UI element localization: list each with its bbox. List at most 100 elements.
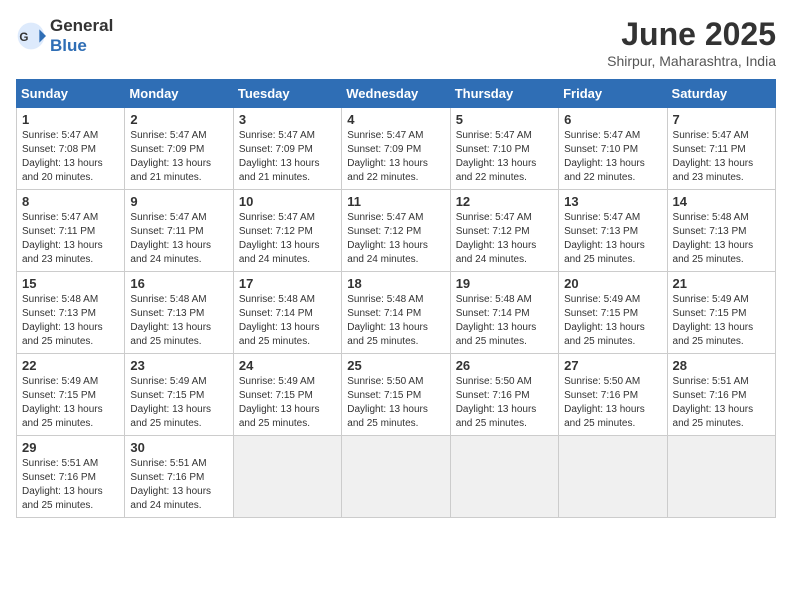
weekday-header-thursday: Thursday [450,80,558,108]
calendar-cell: 22 Sunrise: 5:49 AM Sunset: 7:15 PM Dayli… [17,354,125,436]
calendar-cell: 6Sunrise: 5:47 AM Sunset: 7:10 PM Daylig… [559,108,667,190]
calendar-cell: 3 Sunrise: 5:47 AM Sunset: 7:09 PM Daylig… [233,108,341,190]
calendar-cell: 30 Sunrise: 5:51 AM Sunset: 7:16 PM Dayli… [125,436,233,518]
calendar-cell: 28 Sunrise: 5:51 AM Sunset: 7:16 PM Dayli… [667,354,775,436]
calendar-cell: 25Sunrise: 5:50 AM Sunset: 7:15 PM Dayli… [342,354,450,436]
calendar-cell: 1Sunrise: 5:47 AM Sunset: 7:08 PM Daylig… [17,108,125,190]
day-number: 28 [673,358,770,373]
logo-blue: Blue [50,36,87,55]
day-number: 26 [456,358,553,373]
day-number: 12 [456,194,553,209]
day-number: 5 [456,112,553,127]
day-detail: Sunrise: 5:47 AM Sunset: 7:09 PM Dayligh… [130,129,227,185]
day-detail: Sunrise: 5:48 AM Sunset: 7:13 PM Dayligh… [673,211,770,267]
calendar-cell: 17 Sunrise: 5:48 AM Sunset: 7:14 PM Dayli… [233,272,341,354]
day-number: 22 [22,358,119,373]
calendar-cell: 5 Sunrise: 5:47 AM Sunset: 7:10 PM Daylig… [450,108,558,190]
day-number: 8 [22,194,119,209]
day-detail: Sunrise: 5:47 AM Sunset: 7:13 PM Dayligh… [564,211,661,267]
calendar-cell: 15 Sunrise: 5:48 AM Sunset: 7:13 PM Dayli… [17,272,125,354]
day-number: 29 [22,440,119,455]
calendar-cell [667,436,775,518]
day-detail: Sunrise: 5:49 AM Sunset: 7:15 PM Dayligh… [22,375,119,431]
day-detail: Sunrise: 5:48 AM Sunset: 7:14 PM Dayligh… [347,293,444,349]
calendar-body: 1Sunrise: 5:47 AM Sunset: 7:08 PM Daylig… [17,108,776,518]
day-detail: Sunrise: 5:51 AM Sunset: 7:16 PM Dayligh… [130,457,227,513]
calendar-cell [450,436,558,518]
day-detail: Sunrise: 5:47 AM Sunset: 7:09 PM Dayligh… [347,129,444,185]
calendar-cell: 23 Sunrise: 5:49 AM Sunset: 7:15 PM Dayli… [125,354,233,436]
day-number: 6 [564,112,661,127]
day-number: 14 [673,194,770,209]
calendar-week-2: 8 Sunrise: 5:47 AM Sunset: 7:11 PM Daylig… [17,190,776,272]
day-detail: Sunrise: 5:47 AM Sunset: 7:10 PM Dayligh… [456,129,553,185]
calendar-week-1: 1Sunrise: 5:47 AM Sunset: 7:08 PM Daylig… [17,108,776,190]
day-detail: Sunrise: 5:49 AM Sunset: 7:15 PM Dayligh… [239,375,336,431]
calendar-cell: 27 Sunrise: 5:50 AM Sunset: 7:16 PM Dayli… [559,354,667,436]
location: Shirpur, Maharashtra, India [607,53,776,69]
calendar-cell: 20 Sunrise: 5:49 AM Sunset: 7:15 PM Dayli… [559,272,667,354]
day-detail: Sunrise: 5:49 AM Sunset: 7:15 PM Dayligh… [130,375,227,431]
day-detail: Sunrise: 5:51 AM Sunset: 7:16 PM Dayligh… [673,375,770,431]
day-detail: Sunrise: 5:47 AM Sunset: 7:12 PM Dayligh… [456,211,553,267]
day-number: 27 [564,358,661,373]
day-number: 17 [239,276,336,291]
day-number: 30 [130,440,227,455]
day-detail: Sunrise: 5:48 AM Sunset: 7:14 PM Dayligh… [456,293,553,349]
day-number: 9 [130,194,227,209]
calendar-cell: 13 Sunrise: 5:47 AM Sunset: 7:13 PM Dayli… [559,190,667,272]
day-detail: Sunrise: 5:49 AM Sunset: 7:15 PM Dayligh… [673,293,770,349]
day-number: 23 [130,358,227,373]
calendar-cell: 4 Sunrise: 5:47 AM Sunset: 7:09 PM Daylig… [342,108,450,190]
day-number: 3 [239,112,336,127]
logo: G General Blue [16,16,113,56]
calendar-week-3: 15 Sunrise: 5:48 AM Sunset: 7:13 PM Dayli… [17,272,776,354]
calendar-table: SundayMondayTuesdayWednesdayThursdayFrid… [16,79,776,518]
day-number: 18 [347,276,444,291]
day-number: 13 [564,194,661,209]
day-detail: Sunrise: 5:49 AM Sunset: 7:15 PM Dayligh… [564,293,661,349]
day-number: 20 [564,276,661,291]
day-number: 19 [456,276,553,291]
weekday-header-sunday: Sunday [17,80,125,108]
day-detail: Sunrise: 5:50 AM Sunset: 7:16 PM Dayligh… [564,375,661,431]
day-number: 10 [239,194,336,209]
day-detail: Sunrise: 5:47 AM Sunset: 7:11 PM Dayligh… [22,211,119,267]
day-number: 1 [22,112,119,127]
calendar-week-5: 29 Sunrise: 5:51 AM Sunset: 7:16 PM Dayli… [17,436,776,518]
weekday-header-row: SundayMondayTuesdayWednesdayThursdayFrid… [17,80,776,108]
calendar-cell: 8 Sunrise: 5:47 AM Sunset: 7:11 PM Daylig… [17,190,125,272]
day-detail: Sunrise: 5:47 AM Sunset: 7:12 PM Dayligh… [347,211,444,267]
weekday-header-wednesday: Wednesday [342,80,450,108]
day-number: 16 [130,276,227,291]
day-number: 11 [347,194,444,209]
month-year: June 2025 [607,16,776,53]
calendar-cell: 26Sunrise: 5:50 AM Sunset: 7:16 PM Dayli… [450,354,558,436]
calendar-cell: 9 Sunrise: 5:47 AM Sunset: 7:11 PM Daylig… [125,190,233,272]
calendar-cell [342,436,450,518]
header: G General Blue June 2025 Shirpur, Mahara… [16,16,776,69]
day-number: 25 [347,358,444,373]
weekday-header-saturday: Saturday [667,80,775,108]
day-number: 21 [673,276,770,291]
day-number: 7 [673,112,770,127]
calendar-cell: 18 Sunrise: 5:48 AM Sunset: 7:14 PM Dayli… [342,272,450,354]
day-number: 15 [22,276,119,291]
day-detail: Sunrise: 5:48 AM Sunset: 7:14 PM Dayligh… [239,293,336,349]
day-detail: Sunrise: 5:47 AM Sunset: 7:09 PM Dayligh… [239,129,336,185]
day-detail: Sunrise: 5:48 AM Sunset: 7:13 PM Dayligh… [22,293,119,349]
calendar-cell: 16 Sunrise: 5:48 AM Sunset: 7:13 PM Dayli… [125,272,233,354]
calendar-cell: 7 Sunrise: 5:47 AM Sunset: 7:11 PM Daylig… [667,108,775,190]
calendar-cell: 21 Sunrise: 5:49 AM Sunset: 7:15 PM Dayli… [667,272,775,354]
day-detail: Sunrise: 5:47 AM Sunset: 7:11 PM Dayligh… [130,211,227,267]
day-detail: Sunrise: 5:51 AM Sunset: 7:16 PM Dayligh… [22,457,119,513]
day-number: 4 [347,112,444,127]
day-detail: Sunrise: 5:47 AM Sunset: 7:12 PM Dayligh… [239,211,336,267]
title-area: June 2025 Shirpur, Maharashtra, India [607,16,776,69]
day-detail: Sunrise: 5:48 AM Sunset: 7:13 PM Dayligh… [130,293,227,349]
calendar-week-4: 22 Sunrise: 5:49 AM Sunset: 7:15 PM Dayli… [17,354,776,436]
calendar-cell: 12 Sunrise: 5:47 AM Sunset: 7:12 PM Dayli… [450,190,558,272]
day-detail: Sunrise: 5:47 AM Sunset: 7:11 PM Dayligh… [673,129,770,185]
calendar-cell [233,436,341,518]
calendar-cell [559,436,667,518]
